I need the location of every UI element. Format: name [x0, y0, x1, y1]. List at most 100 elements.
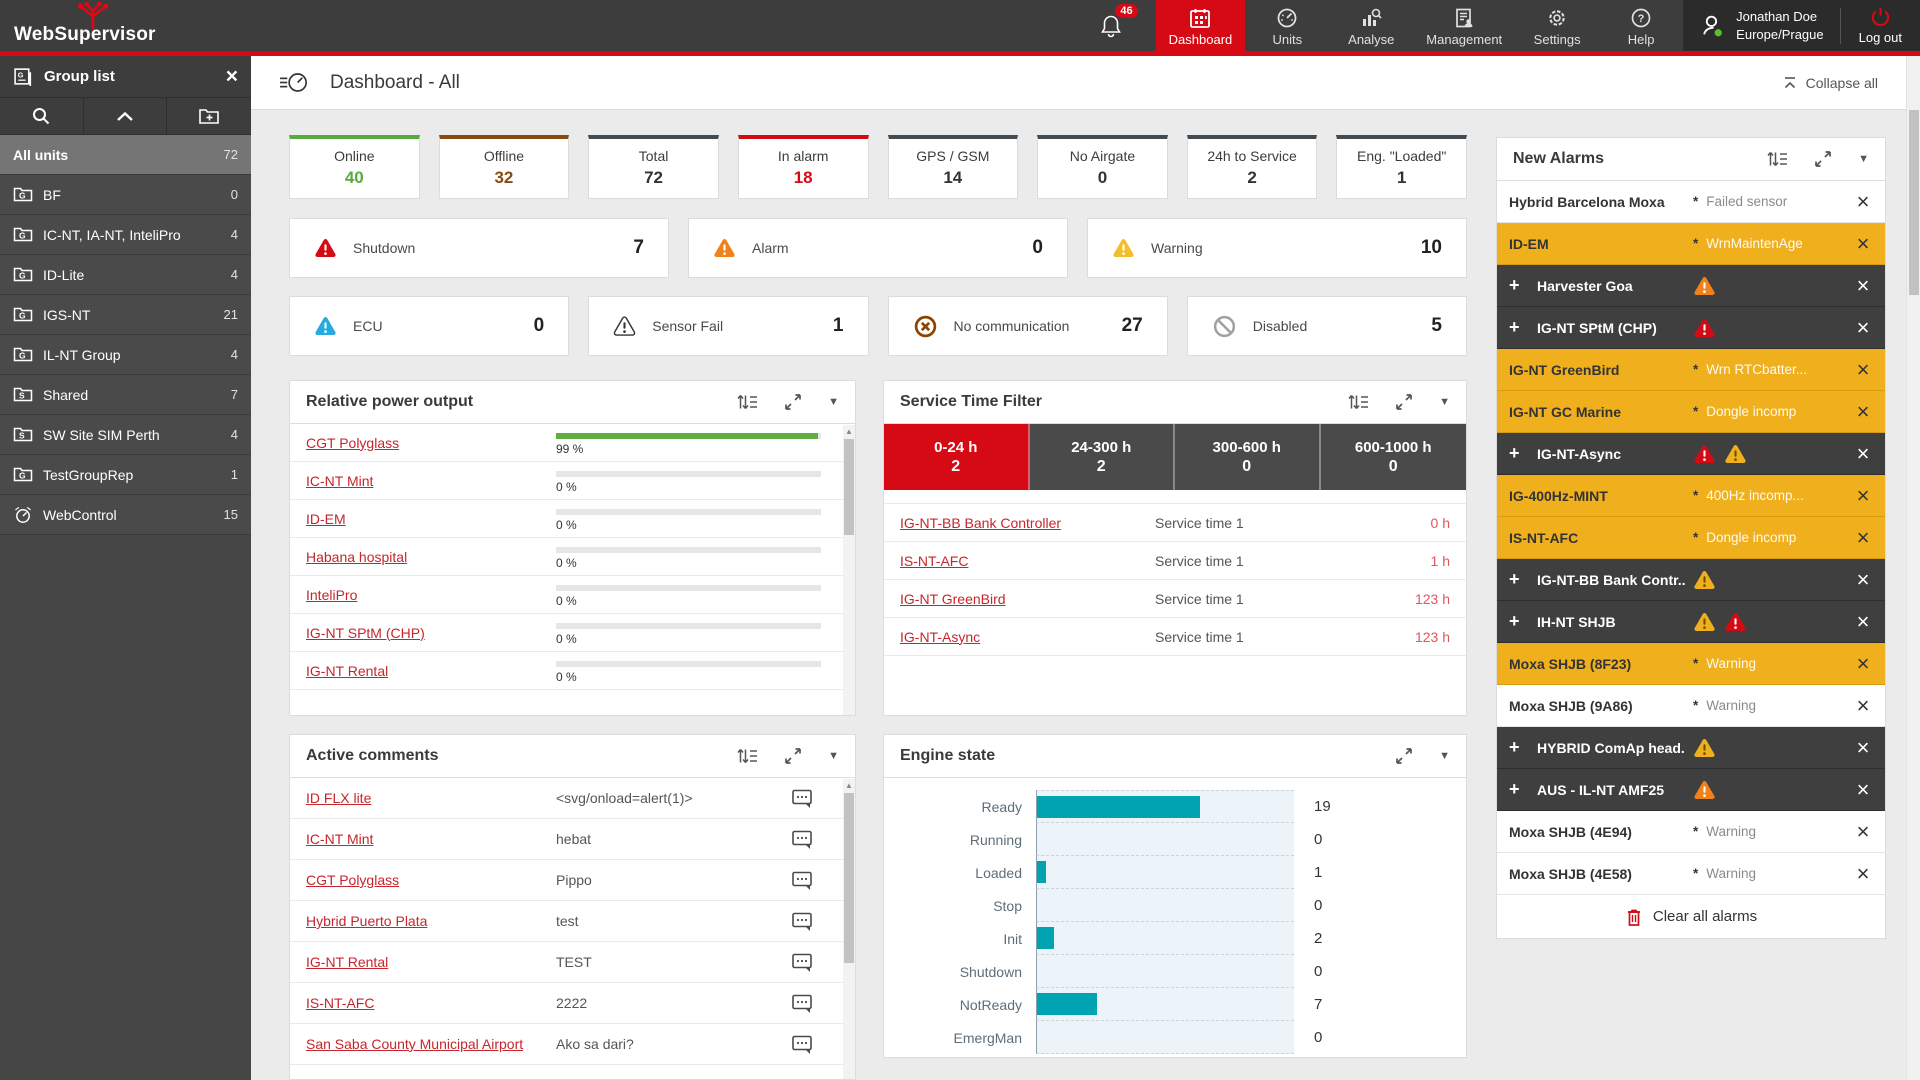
unit-link-ig-nt-greenbird[interactable]: IG-NT GreenBird [900, 591, 1155, 607]
dismiss-alarm-button[interactable]: × [1853, 275, 1873, 297]
collapse-all-button[interactable]: Collapse all [1783, 75, 1878, 91]
expand-alarm-button[interactable]: + [1509, 317, 1529, 338]
expand-alarm-button[interactable]: + [1509, 611, 1529, 632]
unit-link-ig-nt-rental[interactable]: IG-NT Rental [306, 954, 556, 970]
alarm-row-ig-nt-async[interactable]: +IG-NT-Async× [1497, 433, 1885, 475]
expand-icon[interactable] [784, 393, 802, 411]
sidebar-group-all-units[interactable]: All units72 [0, 135, 251, 175]
status-card-offline[interactable]: Offline32 [439, 135, 570, 199]
alarm-row-moxa-shjb-9a86[interactable]: Moxa SHJB (9A86)*Warning× [1497, 685, 1885, 727]
status-card-total[interactable]: Total72 [588, 135, 719, 199]
alarm-row-aus-il-nt-amf25[interactable]: +AUS - IL-NT AMF25× [1497, 769, 1885, 811]
service-tab-600-1000-h[interactable]: 600-1000 h0 [1321, 424, 1467, 490]
notifications-bell-button[interactable]: 46 [1100, 0, 1122, 51]
menu-settings[interactable]: Settings [1515, 0, 1599, 51]
service-tab-24-300-h[interactable]: 24-300 h2 [1030, 424, 1176, 490]
status-card-eng-loaded[interactable]: Eng. "Loaded"1 [1336, 135, 1467, 199]
dismiss-alarm-button[interactable]: × [1853, 233, 1873, 255]
menu-units[interactable]: Units [1245, 0, 1329, 51]
alarm-card-no-communication[interactable]: No communication27 [888, 296, 1168, 356]
alarm-row-moxa-shjb-4e58[interactable]: Moxa SHJB (4E58)*Warning× [1497, 853, 1885, 895]
comment-bubble-icon[interactable] [791, 870, 813, 891]
alarm-row-harvester-goa[interactable]: +Harvester Goa× [1497, 265, 1885, 307]
dismiss-alarm-button[interactable]: × [1853, 737, 1873, 759]
unit-link-cgt-polyglass[interactable]: CGT Polyglass [306, 435, 556, 451]
menu-help[interactable]: ?Help [1599, 0, 1683, 51]
sort-icon[interactable] [736, 394, 758, 410]
dismiss-alarm-button[interactable]: × [1853, 821, 1873, 843]
unit-link-is-nt-afc[interactable]: IS-NT-AFC [900, 553, 1155, 569]
menu-analyse[interactable]: Analyse [1329, 0, 1413, 51]
unit-link-id-flx-lite[interactable]: ID FLX lite [306, 790, 556, 806]
alarm-card-alarm[interactable]: Alarm0 [688, 218, 1068, 278]
user-profile-button[interactable]: Jonathan Doe Europe/Prague [1699, 8, 1839, 43]
chevron-down-icon[interactable]: ▼ [828, 396, 839, 408]
status-card-in-alarm[interactable]: In alarm18 [738, 135, 869, 199]
alarm-row-ih-nt-shjb[interactable]: +IH-NT SHJB× [1497, 601, 1885, 643]
panel-scrollbar[interactable]: ▲ [843, 425, 855, 715]
sort-icon[interactable] [736, 748, 758, 764]
sort-icon[interactable] [1347, 394, 1369, 410]
menu-management[interactable]: Management [1413, 0, 1515, 51]
unit-link-hybrid-puerto-plata[interactable]: Hybrid Puerto Plata [306, 913, 556, 929]
dismiss-alarm-button[interactable]: × [1853, 611, 1873, 633]
sidebar-group-il-nt-group[interactable]: GIL-NT Group4 [0, 335, 251, 375]
collapse-groups-button[interactable] [84, 98, 168, 134]
sidebar-group-id-lite[interactable]: GID-Lite4 [0, 255, 251, 295]
sidebar-group-testgrouprep[interactable]: GTestGroupRep1 [0, 455, 251, 495]
unit-link-cgt-polyglass[interactable]: CGT Polyglass [306, 872, 556, 888]
sidebar-group-webcontrol[interactable]: WebControl15 [0, 495, 251, 535]
service-tab-0-24-h[interactable]: 0-24 h2 [884, 424, 1030, 490]
expand-alarm-button[interactable]: + [1509, 737, 1529, 758]
alarm-row-ig-nt-greenbird[interactable]: IG-NT GreenBird*Wrn RTCbatter...× [1497, 349, 1885, 391]
dismiss-alarm-button[interactable]: × [1853, 191, 1873, 213]
clear-all-alarms-button[interactable]: Clear all alarms [1497, 895, 1885, 938]
menu-dashboard[interactable]: Dashboard [1156, 0, 1246, 51]
alarm-row-is-nt-afc[interactable]: IS-NT-AFC*Dongle incomp× [1497, 517, 1885, 559]
chevron-down-icon[interactable]: ▼ [1439, 396, 1450, 408]
search-groups-button[interactable] [0, 98, 84, 134]
alarm-row-hybrid-barcelona-moxa[interactable]: Hybrid Barcelona Moxa*Failed sensor× [1497, 181, 1885, 223]
dismiss-alarm-button[interactable]: × [1853, 401, 1873, 423]
dismiss-alarm-button[interactable]: × [1853, 485, 1873, 507]
comment-bubble-icon[interactable] [791, 993, 813, 1014]
add-group-button[interactable] [167, 98, 251, 134]
alarm-row-hybrid-comap-head[interactable]: +HYBRID ComAp head...× [1497, 727, 1885, 769]
dismiss-alarm-button[interactable]: × [1853, 569, 1873, 591]
alarm-row-ig-nt-bb-bank-contr[interactable]: +IG-NT-BB Bank Contr...× [1497, 559, 1885, 601]
alarm-row-moxa-shjb-8f23[interactable]: Moxa SHJB (8F23)*Warning× [1497, 643, 1885, 685]
alarm-card-shutdown[interactable]: Shutdown7 [289, 218, 669, 278]
unit-link-intelipro[interactable]: InteliPro [306, 587, 556, 603]
alarm-row-ig-nt-gc-marine[interactable]: IG-NT GC Marine*Dongle incomp× [1497, 391, 1885, 433]
scrollbar-thumb[interactable] [1909, 110, 1919, 295]
expand-icon[interactable] [1395, 747, 1413, 765]
unit-link-ic-nt-mint[interactable]: IC-NT Mint [306, 831, 556, 847]
unit-link-habana-hospital[interactable]: Habana hospital [306, 549, 556, 565]
close-sidebar-button[interactable]: × [226, 66, 238, 87]
dismiss-alarm-button[interactable]: × [1853, 527, 1873, 549]
dismiss-alarm-button[interactable]: × [1853, 317, 1873, 339]
dismiss-alarm-button[interactable]: × [1853, 863, 1873, 885]
alarm-card-warning[interactable]: Warning10 [1087, 218, 1467, 278]
unit-link-id-em[interactable]: ID-EM [306, 511, 556, 527]
logout-button[interactable]: Log out [1841, 6, 1920, 45]
chevron-down-icon[interactable]: ▼ [1439, 750, 1450, 762]
dismiss-alarm-button[interactable]: × [1853, 779, 1873, 801]
dismiss-alarm-button[interactable]: × [1853, 695, 1873, 717]
dismiss-alarm-button[interactable]: × [1853, 359, 1873, 381]
alarm-card-disabled[interactable]: Disabled5 [1187, 296, 1467, 356]
unit-link-ic-nt-mint[interactable]: IC-NT Mint [306, 473, 556, 489]
status-card-no-airgate[interactable]: No Airgate0 [1037, 135, 1168, 199]
sidebar-group-shared[interactable]: SShared7 [0, 375, 251, 415]
unit-link-ig-nt-sptm-chp[interactable]: IG-NT SPtM (CHP) [306, 625, 556, 641]
status-card-gps-gsm[interactable]: GPS / GSM14 [888, 135, 1019, 199]
sidebar-group-ic-nt-ia-nt-intelipro[interactable]: GIC-NT, IA-NT, InteliPro4 [0, 215, 251, 255]
expand-alarm-button[interactable]: + [1509, 275, 1529, 296]
unit-link-ig-nt-rental[interactable]: IG-NT Rental [306, 663, 556, 679]
alarm-row-ig-nt-sptm-chp[interactable]: +IG-NT SPtM (CHP)× [1497, 307, 1885, 349]
comment-bubble-icon[interactable] [791, 829, 813, 850]
unit-link-ig-nt-async[interactable]: IG-NT-Async [900, 629, 1155, 645]
alarm-card-ecu[interactable]: ECU0 [289, 296, 569, 356]
alarm-row-id-em[interactable]: ID-EM*WrnMaintenAge× [1497, 223, 1885, 265]
sidebar-group-bf[interactable]: GBF0 [0, 175, 251, 215]
